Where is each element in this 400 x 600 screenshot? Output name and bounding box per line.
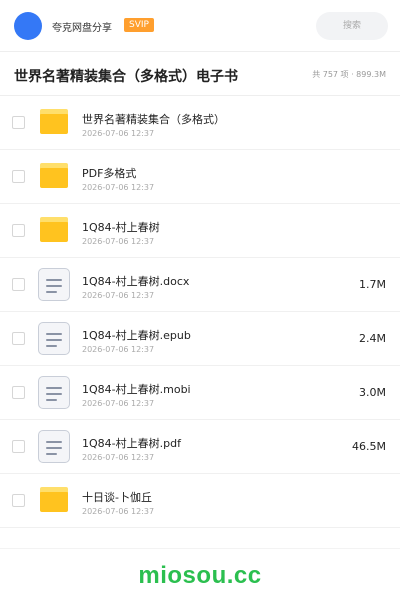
file-size: 3.0M: [359, 386, 386, 399]
file-date: 2026-07-06 12:37: [82, 183, 155, 192]
file-name[interactable]: PDF多格式: [82, 165, 136, 181]
folder-row[interactable]: 世界名著精装集合（多格式） 2026-07-06 12:37: [0, 96, 400, 150]
row-checkbox[interactable]: [12, 440, 25, 453]
top-bar: 夸克网盘分享 SVIP 搜索: [0, 0, 400, 52]
svip-badge: SVIP: [124, 18, 154, 32]
document-icon: [36, 376, 72, 410]
file-size: 46.5M: [352, 440, 386, 453]
row-checkbox[interactable]: [12, 278, 25, 291]
row-checkbox[interactable]: [12, 224, 25, 237]
file-row[interactable]: 1Q84-村上春树.pdf 2026-07-06 12:37 46.5M: [0, 420, 400, 474]
watermark: miosou.cc: [138, 562, 262, 589]
row-checkbox[interactable]: [12, 170, 25, 183]
document-icon: [36, 430, 72, 464]
folder-icon: [36, 106, 72, 140]
file-name[interactable]: 1Q84-村上春树.pdf: [82, 435, 181, 451]
file-date: 2026-07-06 12:37: [82, 237, 155, 246]
file-row[interactable]: 1Q84-村上春树.docx 2026-07-06 12:37 1.7M: [0, 258, 400, 312]
row-checkbox[interactable]: [12, 332, 25, 345]
row-checkbox[interactable]: [12, 116, 25, 129]
file-row[interactable]: 1Q84-村上春树.epub 2026-07-06 12:37 2.4M: [0, 312, 400, 366]
row-checkbox[interactable]: [12, 494, 25, 507]
file-name[interactable]: 1Q84-村上春树.mobi: [82, 381, 191, 397]
file-date: 2026-07-06 12:37: [82, 291, 155, 300]
search-input[interactable]: 搜索: [316, 12, 388, 40]
file-date: 2026-07-06 12:37: [82, 345, 155, 354]
row-checkbox[interactable]: [12, 386, 25, 399]
file-name[interactable]: 1Q84-村上春树.epub: [82, 327, 191, 343]
avatar[interactable]: [14, 12, 42, 40]
file-name[interactable]: 世界名著精装集合（多格式）: [82, 111, 225, 127]
file-row[interactable]: 1Q84-村上春树.mobi 2026-07-06 12:37 3.0M: [0, 366, 400, 420]
file-name[interactable]: 1Q84-村上春树.docx: [82, 273, 189, 289]
file-list: 世界名著精装集合（多格式） 2026-07-06 12:37 PDF多格式 2026-…: [0, 96, 400, 528]
folder-row[interactable]: PDF多格式 2026-07-06 12:37: [0, 150, 400, 204]
file-size: 2.4M: [359, 332, 386, 345]
page-title: 世界名著精装集合（多格式）电子书: [14, 69, 238, 85]
item-summary: 共 757 项 · 899.3M: [312, 70, 386, 79]
share-title-row: 世界名著精装集合（多格式）电子书 共 757 项 · 899.3M: [0, 52, 400, 96]
file-date: 2026-07-06 12:37: [82, 507, 155, 516]
document-icon: [36, 322, 72, 356]
file-date: 2026-07-06 12:37: [82, 129, 155, 138]
file-name[interactable]: 1Q84-村上春树: [82, 219, 160, 235]
folder-icon: [36, 214, 72, 248]
file-name[interactable]: 十日谈-卜伽丘: [82, 489, 152, 505]
username[interactable]: 夸克网盘分享: [52, 19, 112, 34]
file-size: 1.7M: [359, 278, 386, 291]
file-date: 2026-07-06 12:37: [82, 453, 155, 462]
file-date: 2026-07-06 12:37: [82, 399, 155, 408]
folder-icon: [36, 484, 72, 518]
folder-icon: [36, 160, 72, 194]
folder-row[interactable]: 十日谈-卜伽丘 2026-07-06 12:37: [0, 474, 400, 528]
document-icon: [36, 268, 72, 302]
folder-row[interactable]: 1Q84-村上春树 2026-07-06 12:37: [0, 204, 400, 258]
